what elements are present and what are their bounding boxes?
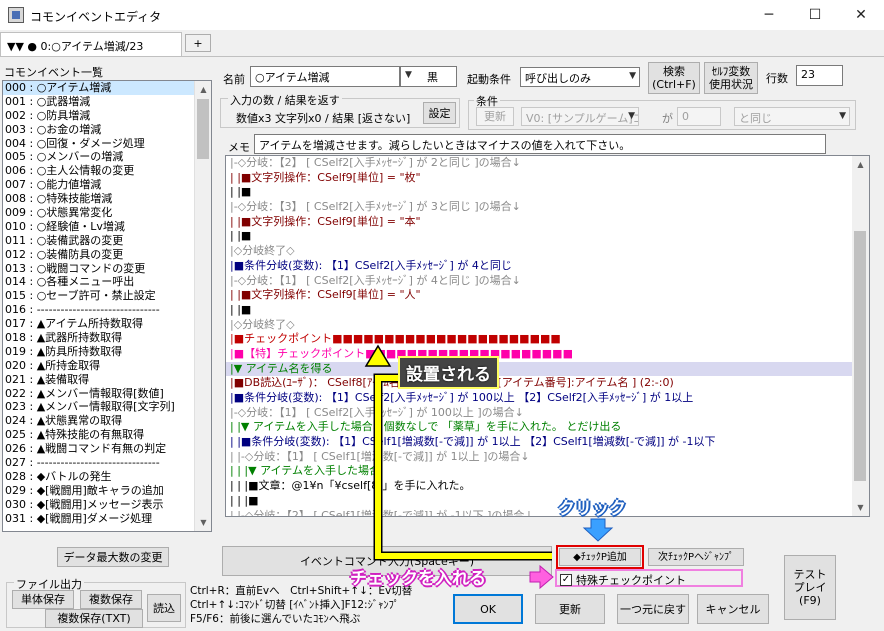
- pink-right-arrow-icon: [529, 564, 554, 590]
- annotation-check-it: チェックを入れる: [350, 569, 486, 589]
- annotation-arrow-overlay: [364, 344, 614, 590]
- annotation-click: クリック: [558, 499, 626, 519]
- annotation-installed: 設置される: [398, 356, 499, 389]
- yellow-arrow-line-inner: [375, 375, 552, 559]
- yellow-arrow-head: [364, 344, 392, 367]
- yellow-arrow-line: [373, 373, 552, 561]
- blue-down-arrow-icon: [582, 518, 614, 542]
